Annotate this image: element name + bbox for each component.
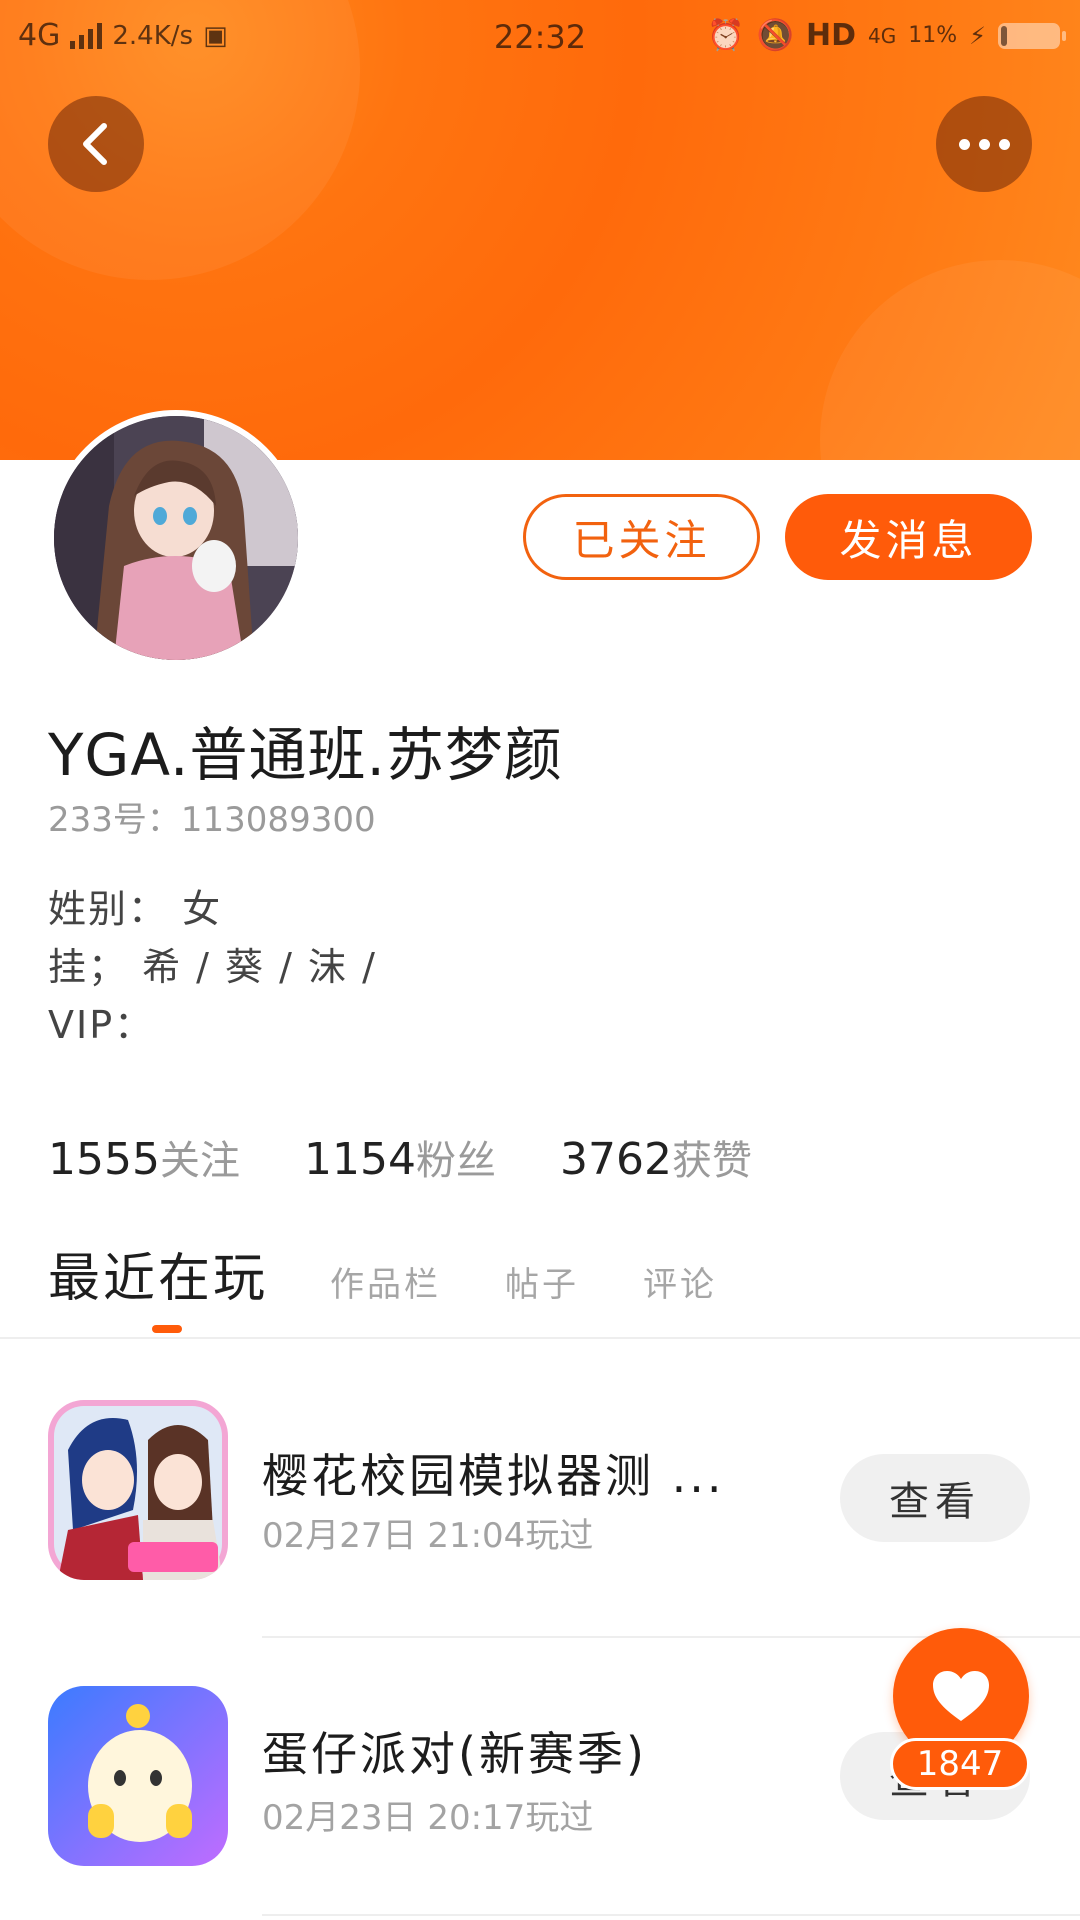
stat-fans[interactable]: 1154粉丝 (304, 1128, 496, 1186)
bio-gender: 姓别： 女 (48, 887, 223, 931)
more-horizontal-icon (958, 138, 1010, 150)
stat-likes[interactable]: 3762获赞 (560, 1128, 752, 1186)
stat-likes-label: 获赞 (671, 1138, 752, 1184)
avatar-image (54, 416, 298, 660)
avatar[interactable] (48, 410, 304, 666)
header-decoration (820, 260, 1080, 460)
active-tab-indicator (152, 1325, 182, 1333)
bio-hang: 挂； 希 / 葵 / 沫 / (48, 945, 377, 989)
clock: 22:32 (493, 18, 587, 56)
view-button[interactable]: 查看 (840, 1454, 1030, 1542)
stat-fans-count: 1154 (303, 1134, 416, 1185)
tabs-divider (0, 1337, 1080, 1339)
send-message-button[interactable]: 发消息 (785, 494, 1032, 580)
game-icon-sakura (48, 1400, 228, 1580)
game-played-time: 02月27日 21:04玩过 (262, 1516, 594, 1556)
alarm-icon: ⏰ (707, 18, 745, 53)
user-id-value: 113089300 (180, 800, 376, 840)
tab-posts[interactable]: 帖子 (505, 1257, 579, 1306)
tab-recently-played[interactable]: 最近在玩 (48, 1236, 268, 1311)
network-type-right: 4G (868, 23, 897, 48)
stat-following[interactable]: 1555关注 (48, 1128, 240, 1186)
stat-following-label: 关注 (159, 1138, 240, 1184)
stat-fans-label: 粉丝 (415, 1138, 496, 1184)
game-icon-eggy-party (48, 1686, 228, 1866)
profile-stats: 1555关注 1154粉丝 3762获赞 (48, 1128, 752, 1186)
status-bar: 4G 2.4K/s ▣ 22:32 ⏰ 🔕 HD 4G 11% ⚡ (0, 0, 1080, 72)
bio-vip: VIP： (48, 1003, 155, 1047)
profile-tabs: 最近在玩 作品栏 帖子 评论 (48, 1236, 781, 1311)
tab-works[interactable]: 作品栏 (330, 1257, 441, 1306)
game-title: 蛋仔派对(新赛季) (262, 1727, 647, 1781)
game-title: 樱花校园模拟器测 ... (262, 1449, 725, 1503)
like-count: 1847 (890, 1738, 1030, 1790)
user-id-label: 233号： (48, 800, 181, 840)
stat-likes-count: 3762 (559, 1134, 672, 1185)
battery-percent: 11% (908, 23, 958, 48)
user-id: 233号：113089300 (48, 792, 376, 841)
chevron-left-icon (83, 123, 107, 165)
game-played-time: 02月23日 20:17玩过 (262, 1798, 594, 1838)
row-divider (262, 1914, 1080, 1916)
hd-badge: HD (805, 18, 856, 53)
followed-button[interactable]: 已关注 (523, 494, 760, 580)
mute-icon: 🔕 (756, 18, 794, 53)
charging-icon: ⚡ (969, 21, 986, 50)
more-button[interactable] (936, 96, 1032, 192)
tab-comments[interactable]: 评论 (643, 1257, 717, 1306)
heart-icon (933, 1671, 989, 1721)
back-button[interactable] (48, 96, 144, 192)
stat-following-count: 1555 (48, 1134, 160, 1185)
battery-icon (998, 22, 1066, 49)
list-item[interactable]: 樱花校园模拟器测 ... 02月27日 21:04玩过 查看 (0, 1400, 1080, 1600)
username: YGA.普通班.苏梦颜 (48, 721, 563, 789)
